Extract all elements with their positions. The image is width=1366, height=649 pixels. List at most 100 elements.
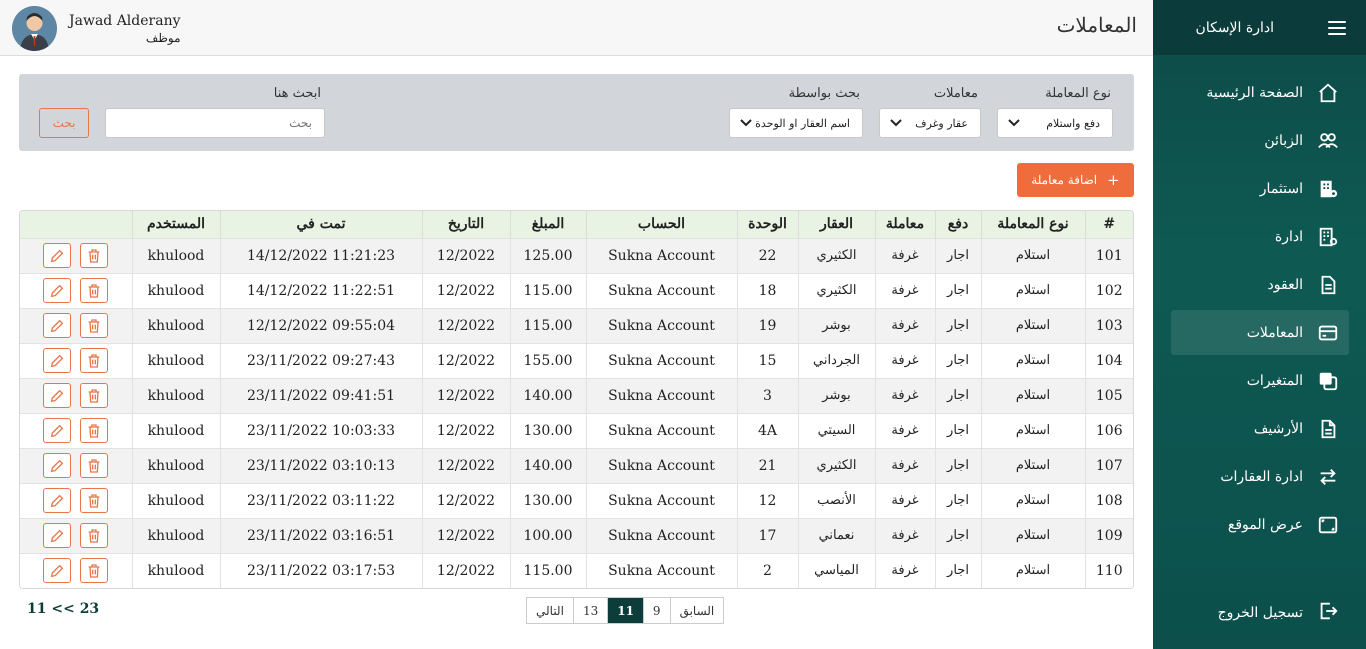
edit-button[interactable] xyxy=(43,523,72,548)
cell-id: 110 xyxy=(1085,552,1133,588)
trash-icon xyxy=(86,563,102,579)
page-prev[interactable]: السابق xyxy=(669,598,724,623)
edit-button[interactable] xyxy=(43,453,72,478)
cell-amount: 125.00 xyxy=(510,237,587,273)
cell-pay: اجار xyxy=(935,307,982,343)
sidebar-item-4[interactable]: العقود xyxy=(1171,262,1349,307)
col-id: # xyxy=(1103,216,1116,233)
cell-date: 12/2022 xyxy=(422,482,511,518)
avatar[interactable] xyxy=(12,6,57,51)
delete-button[interactable] xyxy=(80,383,109,408)
delete-button[interactable] xyxy=(80,278,109,303)
col-actions xyxy=(20,211,133,238)
delete-button[interactable] xyxy=(80,453,109,478)
edit-button[interactable] xyxy=(43,383,72,408)
page-current[interactable]: 11 xyxy=(607,598,643,623)
table-row: khulood 14/12/2022 11:21:23 12/2022 125.00 S… xyxy=(20,237,1133,273)
pencil-icon xyxy=(49,458,65,474)
table-row: khulood 23/11/2022 09:41:51 12/2022 140.00 S… xyxy=(20,377,1133,413)
delete-button[interactable] xyxy=(80,558,109,584)
txn-filter-select[interactable]: عقار وغرف xyxy=(879,108,981,138)
sidebar-item-label: عرض الموقع xyxy=(1227,516,1303,533)
type-filter-select[interactable]: دفع واستلام xyxy=(997,108,1113,138)
cell-txn: غرفة xyxy=(875,412,936,448)
type-filter-value: دفع واستلام xyxy=(1046,116,1100,130)
sidebar-item-8[interactable]: ادارة العقارات xyxy=(1171,454,1349,499)
chevron-down-icon xyxy=(1008,119,1020,127)
cell-account: Sukna Account xyxy=(586,237,738,273)
menu-icon[interactable] xyxy=(1328,20,1346,35)
sidebar-item-label: الزبائن xyxy=(1264,132,1303,149)
delete-button[interactable] xyxy=(80,488,109,513)
cell-property: الجرداني xyxy=(798,342,876,378)
sidebar-item-9[interactable]: عرض الموقع xyxy=(1171,502,1349,547)
cell-date: 12/2022 xyxy=(422,342,511,378)
sidebar-item-3[interactable]: ادارة xyxy=(1171,214,1349,259)
chevron-down-icon xyxy=(740,119,752,127)
table-row: khulood 23/11/2022 03:10:13 12/2022 140.00 S… xyxy=(20,447,1133,483)
sidebar-item-1[interactable]: الزبائن xyxy=(1171,118,1349,163)
sidebar-item-6[interactable]: المتغيرات xyxy=(1171,358,1349,403)
page-9[interactable]: 9 xyxy=(642,598,670,623)
cell-pay: اجار xyxy=(935,552,982,588)
cell-id: 107 xyxy=(1085,447,1133,483)
cell-done-at: 23/11/2022 10:03:33 xyxy=(220,412,423,448)
delete-button[interactable] xyxy=(80,348,109,373)
delete-button[interactable] xyxy=(80,313,109,338)
page-next[interactable]: التالي xyxy=(527,598,573,623)
cell-done-at: 23/11/2022 03:11:22 xyxy=(220,482,423,518)
cell-actions xyxy=(20,552,133,588)
delete-button[interactable] xyxy=(80,523,109,548)
edit-button[interactable] xyxy=(43,558,72,584)
cell-property: الكثيري xyxy=(798,237,876,273)
cell-account: Sukna Account xyxy=(586,412,738,448)
page-title: المعاملات xyxy=(1056,13,1137,37)
add-transaction-button[interactable]: اضافة معاملة + xyxy=(1017,163,1134,197)
edit-button[interactable] xyxy=(43,418,72,443)
cell-type: استلام xyxy=(981,447,1086,483)
cell-date: 12/2022 xyxy=(422,377,511,413)
cell-property: نعماني xyxy=(798,517,876,553)
logout-icon xyxy=(1317,600,1339,626)
sidebar-item-label: ادارة xyxy=(1274,228,1303,245)
edit-button[interactable] xyxy=(43,488,72,513)
cell-pay: اجار xyxy=(935,412,982,448)
cell-user: khulood xyxy=(132,412,221,448)
cell-user: khulood xyxy=(132,482,221,518)
logout-button[interactable]: تسجيل الخروج xyxy=(1171,597,1349,629)
delete-button[interactable] xyxy=(80,418,109,443)
search-button[interactable]: بحث xyxy=(39,108,89,138)
edit-button[interactable] xyxy=(43,243,72,268)
sidebar-item-2[interactable]: استثمار xyxy=(1171,166,1349,211)
edit-button[interactable] xyxy=(43,278,72,303)
sidebar-item-0[interactable]: الصفحة الرئيسية xyxy=(1171,70,1349,115)
cell-account: Sukna Account xyxy=(586,272,738,308)
cell-account: Sukna Account xyxy=(586,552,738,588)
trash-icon xyxy=(86,248,102,264)
chevron-down-icon xyxy=(890,119,902,127)
cell-amount: 115.00 xyxy=(510,272,587,308)
cell-done-at: 23/11/2022 03:17:53 xyxy=(220,552,423,588)
type-filter-label: نوع المعاملة xyxy=(1045,86,1111,101)
table-row: khulood 23/11/2022 03:16:51 12/2022 100.00 S… xyxy=(20,517,1133,553)
cell-unit: 12 xyxy=(737,482,799,518)
col-unit: الوحدة xyxy=(737,211,799,238)
cell-type: استلام xyxy=(981,237,1086,273)
pencil-icon xyxy=(49,318,65,334)
cell-id: 106 xyxy=(1085,412,1133,448)
search-by-select[interactable]: اسم العقار او الوحدة xyxy=(729,108,863,138)
sidebar-item-label: العقود xyxy=(1267,276,1303,293)
trash-icon xyxy=(86,283,102,299)
delete-button[interactable] xyxy=(80,243,109,268)
sidebar-item-7[interactable]: الأرشيف xyxy=(1171,406,1349,451)
plus-icon: + xyxy=(1107,171,1120,189)
search-input[interactable] xyxy=(105,108,325,138)
col-pay: دفع xyxy=(935,211,982,238)
cell-account: Sukna Account xyxy=(586,342,738,378)
cell-pay: اجار xyxy=(935,517,982,553)
sidebar-item-5[interactable]: المعاملات xyxy=(1171,310,1349,355)
edit-button[interactable] xyxy=(43,313,72,338)
edit-button[interactable] xyxy=(43,348,72,373)
user-profile[interactable]: Jawad Alderany موظف xyxy=(12,6,181,51)
page-13[interactable]: 13 xyxy=(572,598,608,623)
